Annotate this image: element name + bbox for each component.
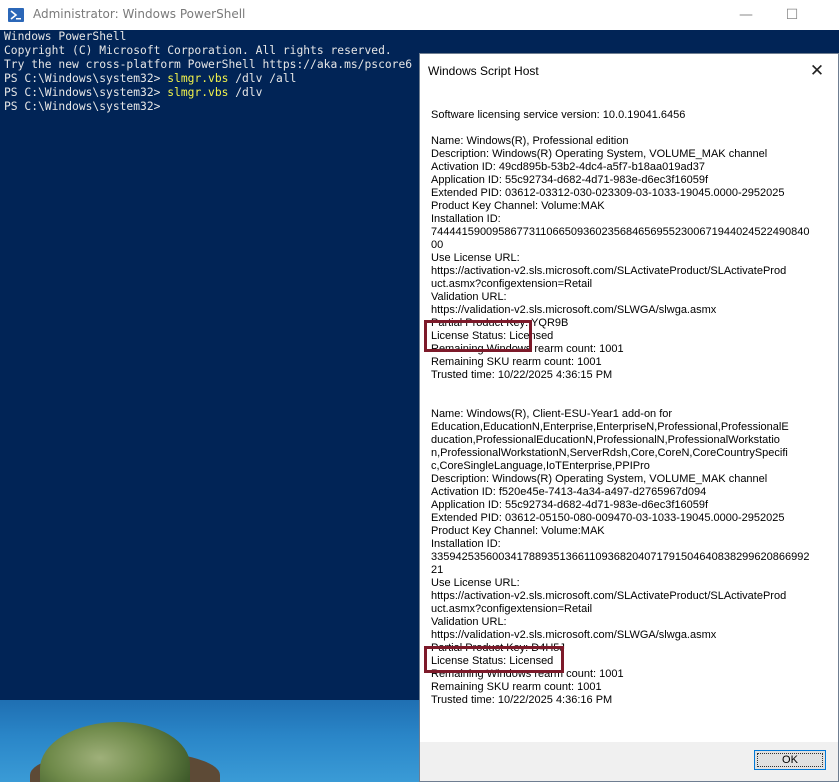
- console-line: Try the new cross-platform PowerShell ht…: [4, 57, 413, 71]
- console-args: /dlv /all: [228, 71, 297, 85]
- dialog-line: uct.asmx?configextension=Retail: [431, 603, 593, 615]
- license-status-highlight-2: [424, 646, 564, 673]
- dialog-line: Application ID: 55c92734-d682-4d71-983e-…: [431, 174, 709, 186]
- console-line: Windows PowerShell: [4, 30, 127, 43]
- dialog-line: 7444415900958677311066509360235684656955…: [431, 226, 810, 238]
- dialog-line: ducation,ProfessionalEducationN,Professi…: [431, 434, 780, 446]
- powershell-titlebar[interactable]: Administrator: Windows PowerShell — ☐: [0, 0, 839, 30]
- console-line: PS C:\Windows\system32> slmgr.vbs /dlv /…: [4, 72, 412, 86]
- dialog-close-button[interactable]: ✕: [798, 57, 836, 85]
- dialog-line: Trusted time: 10/22/2025 4:36:15 PM: [431, 369, 613, 381]
- desktop-wallpaper: [0, 700, 420, 782]
- dialog-line: 3359425356003417889351366110936820407179…: [431, 551, 810, 563]
- dialog-line: 21: [431, 564, 444, 576]
- console-command: slmgr.vbs: [167, 71, 229, 85]
- console-line: PS C:\Windows\system32> slmgr.vbs /dlv: [4, 86, 412, 100]
- console-output[interactable]: Windows PowerShell Copyright (C) Microsof…: [4, 30, 412, 113]
- dialog-line: Installation ID:: [431, 213, 501, 225]
- dialog-line: https://activation-v2.sls.microsoft.com/…: [431, 265, 787, 277]
- license-status-highlight-1: [424, 320, 532, 352]
- dialog-line: Name: Windows(R), Professional edition: [431, 135, 629, 147]
- dialog-line: Installation ID:: [431, 538, 501, 550]
- console-command: slmgr.vbs: [167, 85, 229, 99]
- dialog-line: Activation ID: 49cd895b-53b2-4dc4-a5f7-b…: [431, 161, 705, 173]
- dialog-line: Extended PID: 03612-03312-030-023309-03-…: [431, 187, 785, 199]
- console-prompt: PS C:\Windows\system32>: [4, 85, 168, 99]
- dialog-line: Use License URL:: [431, 577, 520, 589]
- dialog-line: Activation ID: f520e45e-7413-4a34-a497-d…: [431, 486, 707, 498]
- dialog-line: [431, 122, 816, 135]
- dialog-line: Application ID: 55c92734-d682-4d71-983e-…: [431, 499, 709, 511]
- dialog-line: c,CoreSingleLanguage,IoTEnterprise,PPIPr…: [431, 460, 650, 472]
- console-args: /dlv: [228, 85, 263, 99]
- dialog-line: [431, 382, 816, 395]
- dialog-line: Product Key Channel: Volume:MAK: [431, 200, 605, 212]
- dialog-line: Remaining SKU rearm count: 1001: [431, 356, 602, 368]
- dialog-title: Windows Script Host: [428, 64, 539, 78]
- console-line: PS C:\Windows\system32>: [4, 100, 412, 114]
- dialog-line: Trusted time: 10/22/2025 4:36:16 PM: [431, 694, 613, 706]
- dialog-line: Description: Windows(R) Operating System…: [431, 148, 768, 160]
- dialog-line: https://activation-v2.sls.microsoft.com/…: [431, 590, 787, 602]
- dialog-message: Software licensing service version: 10.0…: [431, 109, 816, 707]
- dialog-line: uct.asmx?configextension=Retail: [431, 278, 593, 290]
- powershell-title: Administrator: Windows PowerShell: [33, 7, 246, 21]
- console-line: Copyright (C) Microsoft Corporation. All…: [4, 43, 392, 57]
- ok-button[interactable]: OK: [754, 750, 826, 770]
- console-prompt: PS C:\Windows\system32>: [4, 71, 168, 85]
- dialog-line: Product Key Channel: Volume:MAK: [431, 525, 605, 537]
- dialog-footer: OK: [420, 742, 838, 781]
- dialog-line: Validation URL:: [431, 616, 507, 628]
- wallpaper-rock: [40, 722, 190, 782]
- dialog-line: Description: Windows(R) Operating System…: [431, 473, 768, 485]
- dialog-line: Validation URL:: [431, 291, 507, 303]
- dialog-line: https://validation-v2.sls.microsoft.com/…: [431, 304, 717, 316]
- dialog-line: https://validation-v2.sls.microsoft.com/…: [431, 629, 717, 641]
- ok-focus-rect: [757, 753, 823, 767]
- console-prompt: PS C:\Windows\system32>: [4, 99, 168, 113]
- dialog-line: Education,EducationN,Enterprise,Enterpri…: [431, 421, 789, 433]
- minimize-button[interactable]: —: [723, 3, 769, 27]
- dialog-line: Remaining SKU rearm count: 1001: [431, 681, 602, 693]
- dialog-line: 00: [431, 239, 444, 251]
- dialog-line: Name: Windows(R), Client-ESU-Year1 add-o…: [431, 408, 673, 420]
- dialog-line: Software licensing service version: 10.0…: [431, 109, 686, 121]
- dialog-line: Use License URL:: [431, 252, 520, 264]
- dialog-line: n,ProfessionalWorkstationN,ServerRdsh,Co…: [431, 447, 788, 459]
- powershell-icon: [8, 8, 24, 22]
- dialog-line: [431, 395, 816, 408]
- dialog-line: Extended PID: 03612-05150-080-009470-03-…: [431, 512, 785, 524]
- maximize-button[interactable]: ☐: [769, 3, 815, 27]
